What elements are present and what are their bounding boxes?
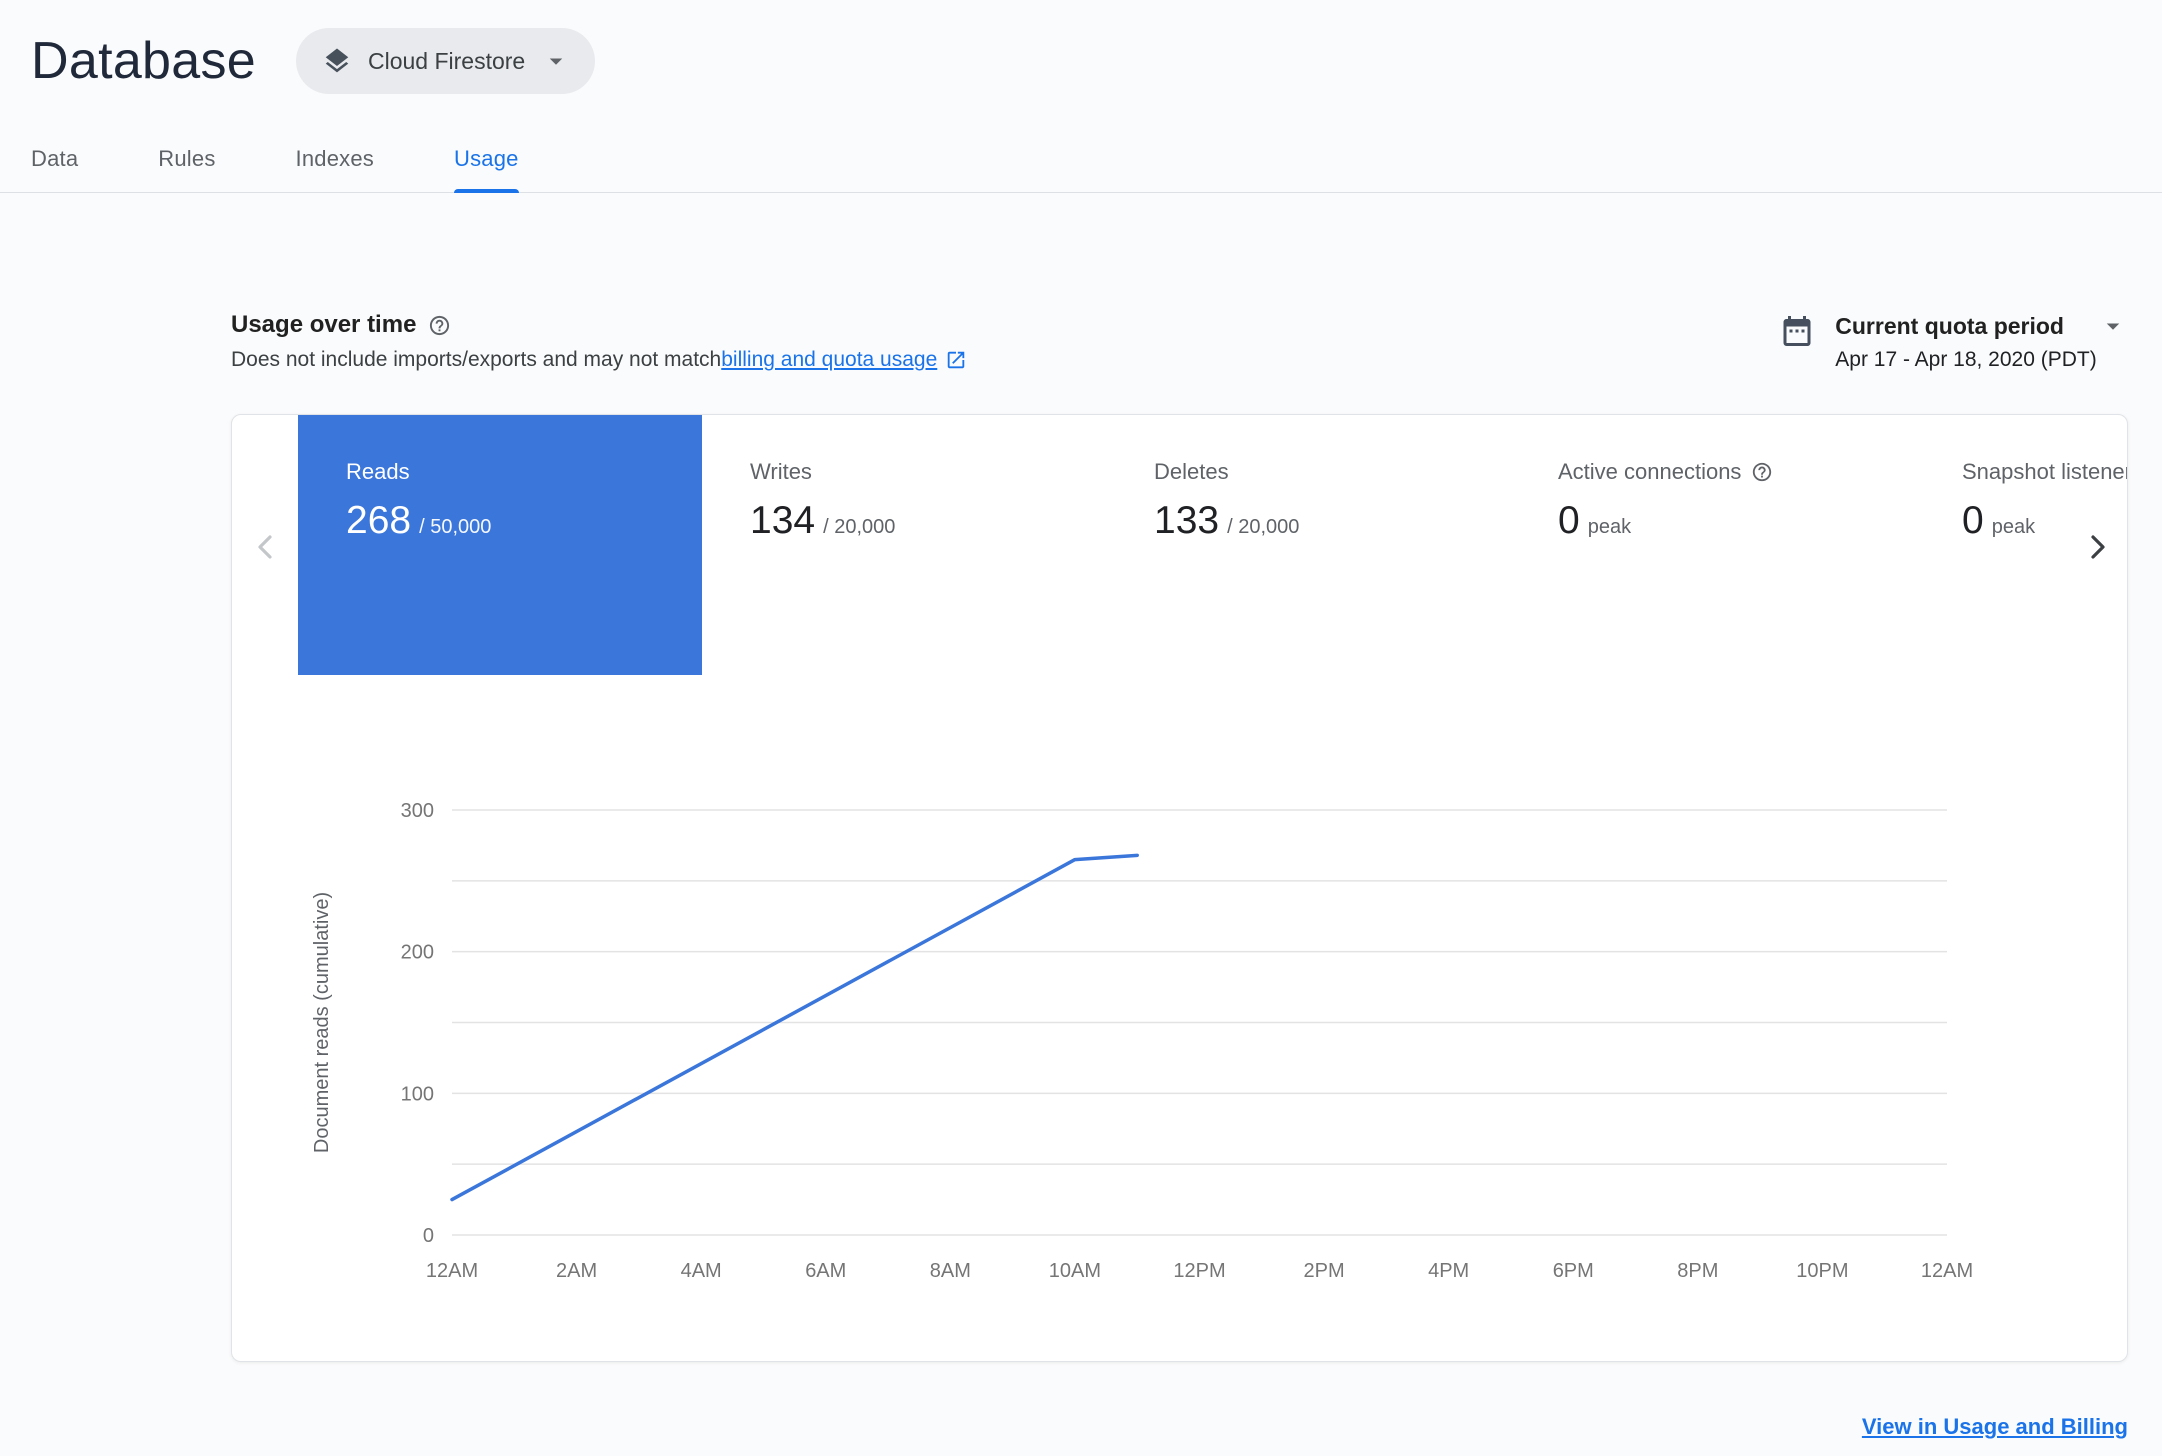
metric-quota: peak [1587,516,1632,538]
svg-text:8PM: 8PM [1677,1260,1718,1282]
metric-quota: / 50,000 [419,516,492,538]
usage-section-header: Usage over time Does not include imports… [231,311,2128,372]
tab-usage[interactable]: Usage [454,128,519,193]
quota-period-label: Current quota period [1835,312,2064,339]
firestore-icon [322,46,352,76]
database-selector-label: Cloud Firestore [368,47,526,74]
tab-indexes[interactable]: Indexes [296,128,374,192]
svg-text:0: 0 [423,1225,434,1247]
metric-label: Active connections [1558,459,1914,485]
carousel-next-icon[interactable] [2077,527,2117,567]
metric-tile-active-connections[interactable]: Active connections 0 peak [1510,415,1914,675]
svg-text:6PM: 6PM [1553,1260,1594,1282]
usage-chart-area: 0 100 200 300 12AM 2AM 4AM 6AM 8AM 10AM 12PM 2PM 4PM… [232,675,2127,1340]
metric-value: 134/ 20,000 [750,499,896,542]
usage-chart: 0 100 200 300 12AM 2AM 4AM 6AM 8AM 10AM 12PM 2PM 4PM… [311,800,1973,1282]
svg-text:12AM: 12AM [1921,1260,1973,1282]
quota-period-range: Apr 17 - Apr 18, 2020 (PDT) [1835,348,2097,371]
metric-value: 268/ 50,000 [346,499,492,542]
metric-label: Reads [346,459,410,484]
metric-value: 133/ 20,000 [1154,499,1300,542]
database-selector[interactable]: Cloud Firestore [296,28,596,94]
metric-carousel: Reads 268/ 50,000 Writes 134/ 20,000 Del… [232,415,2127,675]
svg-text:10AM: 10AM [1049,1260,1101,1282]
svg-text:200: 200 [401,942,434,964]
help-circle-icon[interactable] [1751,461,1773,483]
svg-text:10PM: 10PM [1796,1260,1848,1282]
usage-section-title: Usage over time [231,311,417,338]
metric-quota: / 20,000 [1227,516,1300,538]
billing-quota-usage-link[interactable]: billing and quota usage [721,348,937,372]
tab-rules[interactable]: Rules [158,128,215,192]
metric-tiles: Reads 268/ 50,000 Writes 134/ 20,000 Del… [298,415,2128,675]
tab-data[interactable]: Data [31,128,78,192]
metric-quota: / 20,000 [823,516,896,538]
metric-value: 0 peak [1558,499,1632,542]
svg-text:12AM: 12AM [426,1260,478,1282]
svg-text:4PM: 4PM [1428,1260,1469,1282]
svg-text:12PM: 12PM [1173,1260,1225,1282]
description-text: Does not include imports/exports and may… [231,348,722,371]
metric-label: Snapshot listeners [1962,459,2128,484]
svg-text:6AM: 6AM [805,1260,846,1282]
metric-label: Writes [750,459,812,484]
carousel-prev-icon[interactable] [246,527,286,567]
metric-quota: peak [1991,516,2036,538]
metric-tile-writes[interactable]: Writes 134/ 20,000 [702,415,1106,675]
svg-text:2PM: 2PM [1304,1260,1345,1282]
calendar-icon [1779,313,1815,349]
page-title: Database [31,32,256,90]
svg-text:4AM: 4AM [681,1260,722,1282]
help-circle-icon[interactable] [428,314,451,337]
metric-tile-reads[interactable]: Reads 268/ 50,000 [298,415,702,675]
metric-tile-deletes[interactable]: Deletes 133/ 20,000 [1106,415,1510,675]
svg-text:8AM: 8AM [930,1260,971,1282]
svg-text:2AM: 2AM [556,1260,597,1282]
svg-text:Document reads (cumulative): Document reads (cumulative) [311,892,333,1153]
svg-text:100: 100 [401,1083,434,1105]
chevron-down-icon [541,46,571,76]
open-in-new-icon[interactable] [945,349,967,371]
view-usage-billing-link[interactable]: View in Usage and Billing [1862,1414,2128,1440]
page-header: Database Cloud Firestore [0,0,2162,94]
svg-text:300: 300 [401,800,434,822]
tab-bar: Data Rules Indexes Usage [0,128,2162,193]
usage-card: Reads 268/ 50,000 Writes 134/ 20,000 Del… [231,414,2128,1362]
usage-section-description: Does not include imports/exports and may… [231,348,967,372]
quota-period-selector[interactable]: Current quota period Apr 17 - Apr 18, 20… [1779,311,2128,372]
metric-label: Deletes [1154,459,1229,484]
dropdown-arrow-icon [2098,311,2128,341]
usage-page: Usage over time Does not include imports… [0,311,2162,1440]
